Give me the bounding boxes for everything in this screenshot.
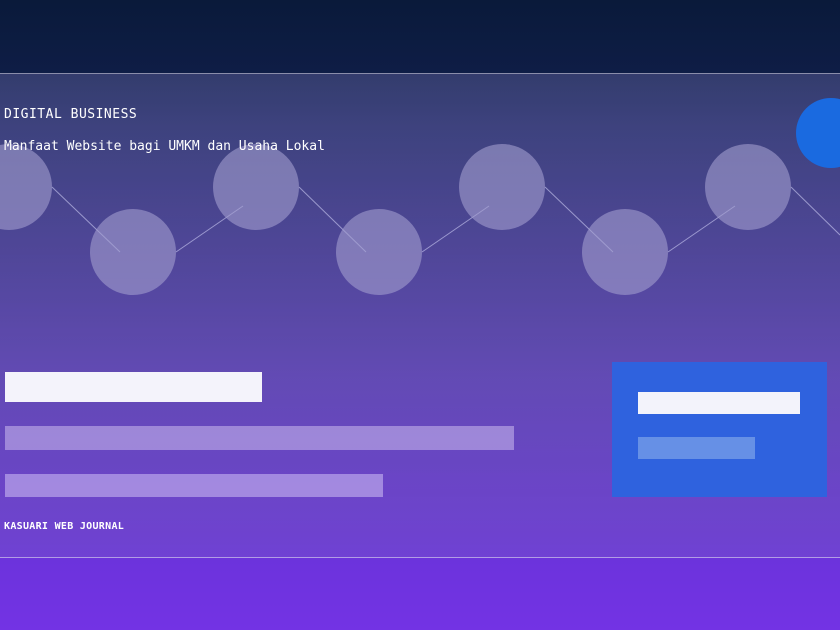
card-placeholder-bar-secondary (638, 437, 755, 459)
network-node (213, 144, 299, 230)
brand-label: KASUARI WEB JOURNAL (4, 521, 125, 532)
network-node (90, 209, 176, 295)
network-node (336, 209, 422, 295)
network-link (790, 186, 840, 236)
placeholder-bar-tertiary (5, 474, 383, 497)
placeholder-bar-secondary (5, 426, 514, 450)
network-node (705, 144, 791, 230)
bottom-band (0, 558, 840, 630)
network-node (459, 144, 545, 230)
network-graphic (0, 144, 840, 295)
network-node (0, 144, 52, 230)
category-label: DIGITAL BUSINESS (4, 107, 138, 122)
network-node (582, 209, 668, 295)
top-band (0, 0, 840, 73)
page-title: Manfaat Website bagi UMKM dan Usaha Loka… (4, 139, 325, 154)
placeholder-bar-primary (5, 372, 262, 402)
info-card (612, 362, 827, 497)
card-placeholder-bar-primary (638, 392, 800, 414)
